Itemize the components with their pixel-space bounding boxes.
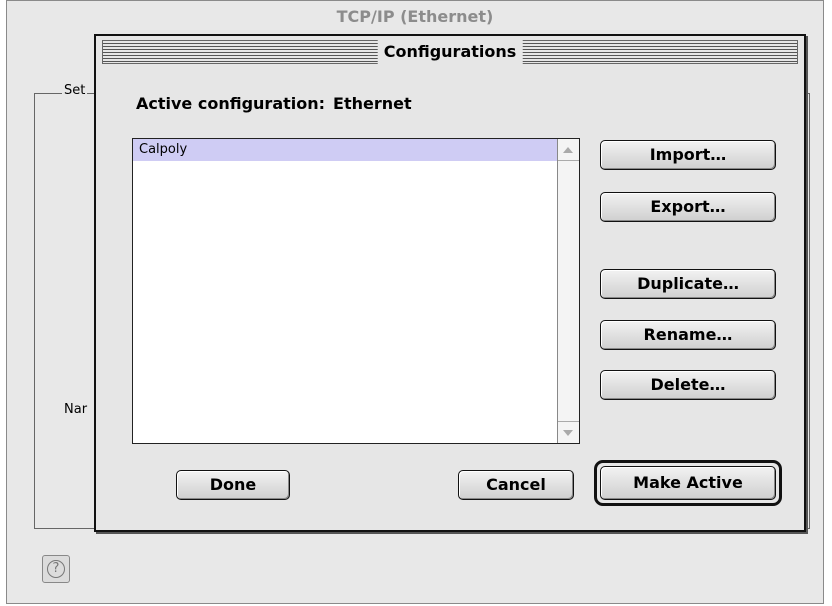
rename-button[interactable]: Rename… xyxy=(600,320,776,350)
tcpip-window-title: TCP/IP (Ethernet) xyxy=(336,7,494,26)
scroll-up-arrow[interactable] xyxy=(558,139,579,161)
active-configuration-row: Active configuration: Ethernet xyxy=(136,94,412,113)
arrow-up-icon xyxy=(563,147,573,153)
import-button[interactable]: Import… xyxy=(600,140,776,170)
active-configuration-value: Ethernet xyxy=(333,94,412,113)
question-mark-icon: ? xyxy=(47,560,65,578)
configurations-dialog: Configurations Active configuration: Ethe… xyxy=(94,34,806,532)
dialog-title-bar[interactable]: Configurations xyxy=(102,40,798,64)
setup-group-label: Set xyxy=(62,83,88,98)
configurations-list-items: Calpoly xyxy=(133,139,557,443)
list-scrollbar[interactable] xyxy=(557,139,579,443)
scroll-down-arrow[interactable] xyxy=(558,421,579,443)
list-item[interactable]: Calpoly xyxy=(133,139,557,161)
dialog-title: Configurations xyxy=(377,40,523,64)
configurations-list[interactable]: Calpoly xyxy=(132,138,580,444)
delete-button[interactable]: Delete… xyxy=(600,370,776,400)
done-button[interactable]: Done xyxy=(176,470,290,500)
make-active-button[interactable]: Make Active xyxy=(600,466,776,500)
name-label: Nar xyxy=(64,402,88,417)
help-button[interactable]: ? xyxy=(42,555,70,583)
arrow-down-icon xyxy=(563,430,573,436)
cancel-button[interactable]: Cancel xyxy=(458,470,574,500)
active-configuration-label: Active configuration: xyxy=(136,94,326,113)
duplicate-button[interactable]: Duplicate… xyxy=(600,269,776,299)
export-button[interactable]: Export… xyxy=(600,192,776,222)
